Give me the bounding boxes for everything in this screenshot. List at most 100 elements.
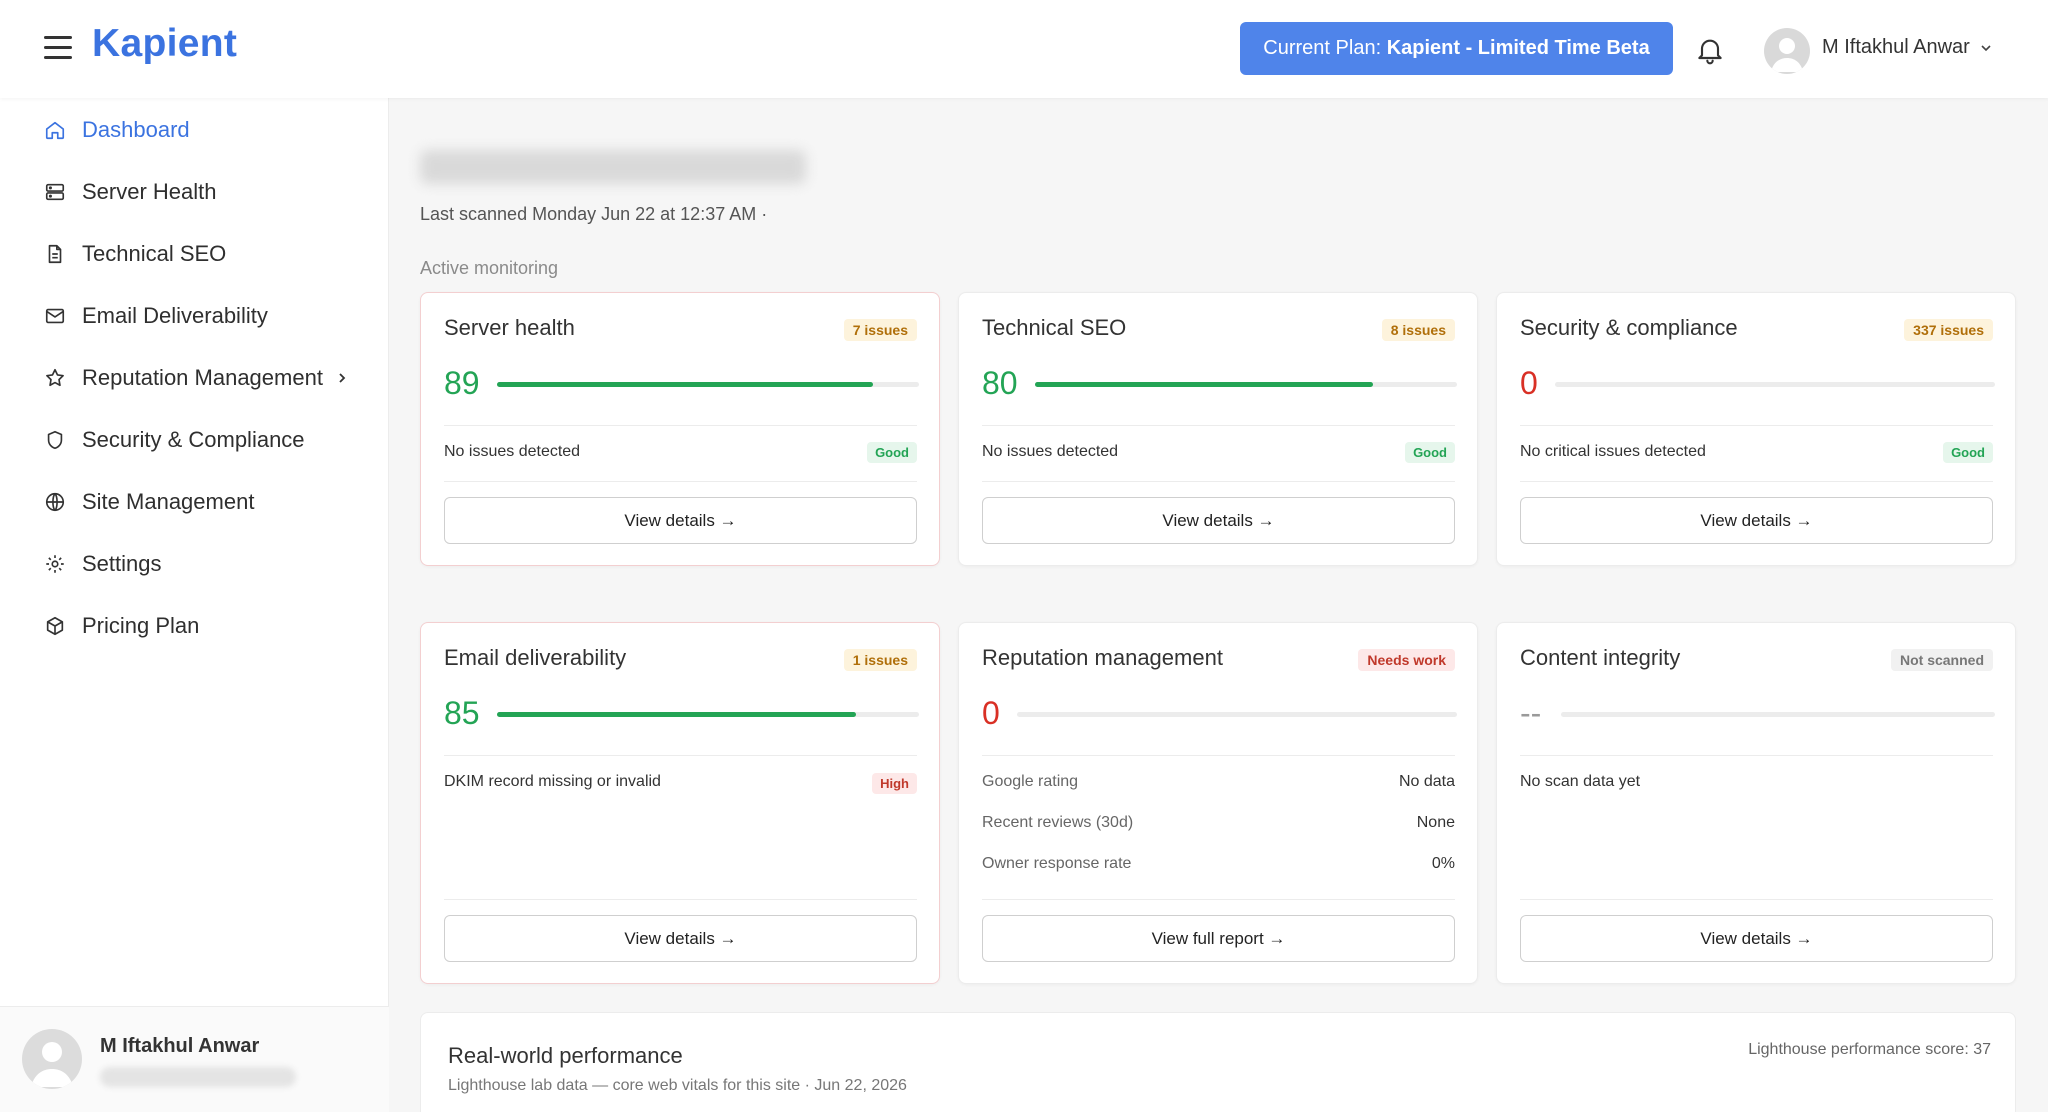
sidebar-item-server-health[interactable]: Server Health — [44, 172, 217, 212]
sidebar-user-email-redacted — [100, 1067, 296, 1087]
sidebar-item-dashboard[interactable]: Dashboard — [44, 110, 190, 150]
score-progress-track — [497, 712, 919, 717]
score-progress-fill — [497, 382, 873, 387]
box-icon — [46, 616, 64, 636]
status-text: No issues detected — [444, 443, 581, 460]
divider — [1520, 899, 1993, 900]
issues-badge: 1 issues — [843, 649, 917, 671]
star-icon — [46, 368, 64, 387]
card-title: Security & compliance — [1520, 315, 1738, 340]
card-title: Reputation management — [982, 645, 1223, 670]
score-progress-fill — [497, 712, 856, 717]
divider — [444, 899, 917, 900]
score-value: 0 — [1520, 365, 1538, 401]
view-details-button[interactable]: View details → — [1520, 497, 1993, 544]
divider — [1520, 755, 1993, 756]
status-text: No issues detected — [982, 443, 1119, 460]
sidebar-item-label: Pricing Plan — [82, 613, 200, 638]
sidebar-item-site-management[interactable]: Site Management — [44, 482, 254, 522]
divider — [1520, 425, 1993, 426]
top-bar: Kapient Current Plan: Kapient - Limited … — [0, 0, 2048, 98]
issues-badge: 7 issues — [843, 319, 917, 341]
card-technical-seo: Technical SEO 8 issues 80 No issues dete… — [958, 292, 1478, 566]
metric-value: No data — [1398, 773, 1455, 790]
card-title: Content integrity — [1520, 645, 1681, 670]
performance-score: Lighthouse performance score: 37 — [1748, 1041, 1991, 1058]
score-progress-fill — [1035, 382, 1373, 387]
score-value: -- — [1520, 695, 1542, 731]
card-server-health: Server health 7 issues 89 No issues dete… — [420, 292, 940, 566]
chevron-down-icon[interactable] — [1978, 40, 1994, 56]
sidebar-item-technical-seo[interactable]: Technical SEO — [44, 234, 226, 274]
user-avatar[interactable] — [1764, 28, 1810, 74]
chevron-right-icon — [339, 373, 346, 383]
metric-label: Google rating — [982, 773, 1079, 790]
gear-icon — [46, 555, 64, 573]
score-progress-track — [497, 382, 919, 387]
sidebar-user-panel[interactable]: M Iftakhul Anwar — [0, 1006, 389, 1112]
issues-badge: 8 issues — [1381, 319, 1455, 341]
sidebar-item-security-compliance[interactable]: Security & Compliance — [44, 420, 305, 460]
divider — [444, 481, 917, 482]
bell-icon[interactable] — [1694, 32, 1726, 68]
divider — [1520, 481, 1993, 482]
view-details-button[interactable]: View details → — [1520, 915, 1993, 962]
issues-badge: 337 issues — [1904, 319, 1993, 341]
status-pill: Good — [867, 442, 917, 463]
card-title: Email deliverability — [444, 645, 627, 670]
card-email-deliverability: Email deliverability 1 issues 85 DKIM re… — [420, 622, 940, 984]
divider — [982, 481, 1455, 482]
sidebar-item-label: Technical SEO — [82, 241, 227, 266]
shield-icon — [47, 430, 63, 450]
last-scanned: Last scanned Monday Jun 22 at 12:37 AM · — [420, 204, 768, 224]
sidebar-item-email-deliverability[interactable]: Email Deliverability — [44, 296, 268, 336]
status-text: DKIM record missing or invalid — [444, 773, 661, 790]
card-content-integrity: Content integrity Not scanned -- No scan… — [1496, 622, 2016, 984]
divider — [444, 755, 917, 756]
status-badge: Needs work — [1358, 649, 1455, 671]
sidebar-item-pricing-plan[interactable]: Pricing Plan — [44, 606, 199, 646]
globe-icon — [45, 492, 65, 512]
score-progress-track — [1555, 382, 1995, 387]
score-value: 89 — [444, 365, 480, 401]
card-security-compliance: Security & compliance 337 issues 0 No cr… — [1496, 292, 2016, 566]
home-icon — [45, 121, 65, 140]
menu-icon[interactable] — [44, 36, 72, 60]
sidebar-item-reputation-management[interactable]: Reputation Management — [44, 358, 349, 398]
sidebar-item-label: Reputation Management — [82, 365, 323, 390]
card-title: Technical SEO — [982, 315, 1127, 340]
sidebar-user-name: M Iftakhul Anwar — [100, 1035, 260, 1057]
sidebar-item-label: Site Management — [82, 489, 255, 514]
view-full-report-button[interactable]: View full report → — [982, 915, 1455, 962]
sidebar: Dashboard Server Health Technical SEO Em… — [0, 98, 389, 1112]
view-details-button[interactable]: View details → — [444, 497, 917, 544]
score-value: 80 — [982, 365, 1018, 401]
plan-prefix: Current Plan: — [1263, 37, 1387, 59]
mail-icon — [45, 308, 65, 324]
sidebar-item-label: Dashboard — [82, 117, 190, 142]
view-details-button[interactable]: View details → — [444, 915, 917, 962]
metric-value: None — [1416, 814, 1455, 831]
sidebar-item-label: Server Health — [82, 179, 217, 204]
status-pill: Good — [1405, 442, 1455, 463]
plan-name: Kapient - Limited Time Beta — [1386, 37, 1650, 59]
status-pill: Good — [1943, 442, 1993, 463]
card-reputation-management: Reputation management Needs work 0 Googl… — [958, 622, 1478, 984]
card-title: Server health — [444, 315, 575, 340]
severity-pill: High — [872, 773, 917, 794]
score-progress-track — [1017, 712, 1457, 717]
view-details-button[interactable]: View details → — [982, 497, 1455, 544]
section-label: Active monitoring — [420, 258, 559, 278]
sidebar-item-settings[interactable]: Settings — [44, 544, 162, 584]
metric-label: Owner response rate — [982, 855, 1132, 872]
current-plan-button[interactable]: Current Plan: Kapient - Limited Time Bet… — [1240, 22, 1673, 75]
user-name[interactable]: M Iftakhul Anwar — [1822, 36, 1970, 59]
app-logo[interactable]: Kapient — [92, 22, 237, 66]
divider — [982, 899, 1455, 900]
server-icon — [45, 183, 65, 201]
score-value: 85 — [444, 695, 480, 731]
site-url-redacted — [420, 150, 806, 184]
status-text: No scan data yet — [1520, 773, 1641, 790]
card-subtitle: Lighthouse lab data — core web vitals fo… — [448, 1077, 907, 1094]
sidebar-item-label: Email Deliverability — [82, 303, 268, 328]
